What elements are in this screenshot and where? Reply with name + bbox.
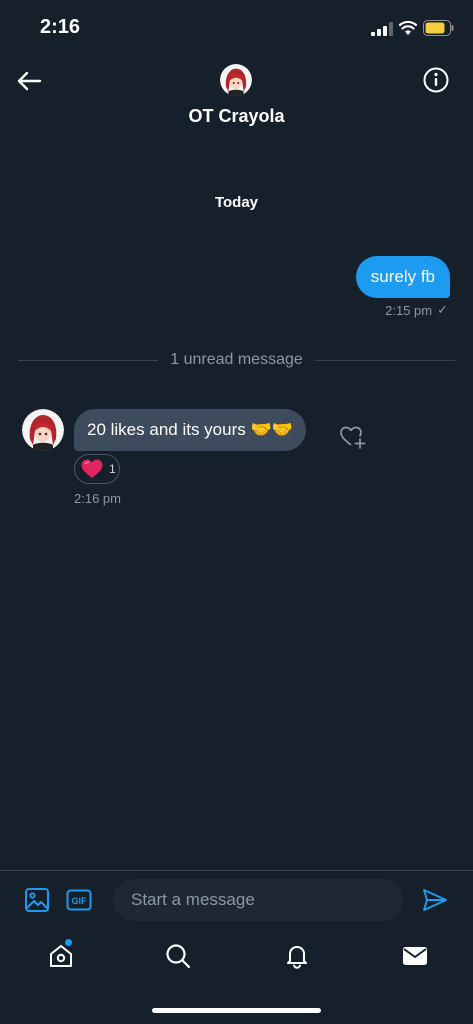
anime-avatar-image	[220, 64, 252, 96]
message-composer: GIF	[0, 870, 473, 929]
signal-icon	[371, 22, 393, 36]
divider-line	[314, 359, 455, 361]
status-bar: 2:16	[0, 0, 473, 56]
unread-label: 1 unread message	[170, 351, 303, 368]
search-icon[interactable]	[164, 942, 192, 970]
image-icon[interactable]	[24, 887, 50, 913]
sender-avatar[interactable]	[22, 409, 64, 451]
gif-icon[interactable]: GIF	[66, 889, 92, 911]
bell-icon[interactable]	[283, 942, 311, 970]
divider-line	[18, 359, 159, 361]
conversation-title[interactable]: OT Crayola	[0, 106, 473, 127]
home-indicator[interactable]	[152, 1008, 321, 1013]
dm-conversation-screen: 2:16 OT Crayola Today surely fb 2:15 pm …	[0, 0, 473, 1024]
wifi-icon	[399, 20, 417, 35]
header-avatar[interactable]	[220, 64, 252, 96]
home-icon[interactable]	[47, 942, 75, 970]
received-message-bubble[interactable]: 20 likes and its yours 🤝🤝	[74, 409, 306, 451]
heart-icon	[81, 459, 103, 478]
add-reaction-icon[interactable]	[339, 424, 367, 450]
send-icon[interactable]	[421, 886, 449, 914]
message-input[interactable]	[113, 879, 403, 921]
sent-message-meta: 2:15 pm ✓	[385, 302, 448, 318]
back-arrow-icon[interactable]	[14, 66, 44, 96]
status-time: 2:16	[40, 16, 81, 38]
check-icon: ✓	[437, 302, 448, 317]
home-notification-dot	[65, 939, 72, 946]
battery-icon	[423, 20, 454, 36]
reaction-chip[interactable]: 1	[74, 454, 120, 484]
anime-avatar-image	[22, 409, 64, 451]
svg-text:GIF: GIF	[72, 896, 88, 906]
unread-divider: 1 unread message	[18, 348, 455, 372]
info-icon[interactable]	[422, 66, 450, 94]
mail-icon[interactable]	[401, 942, 429, 970]
sent-message-time: 2:15 pm	[385, 302, 433, 318]
received-message-time: 2:16 pm	[74, 491, 121, 506]
date-separator: Today	[214, 194, 259, 211]
reaction-count: 1	[109, 462, 116, 476]
sent-message-bubble[interactable]: surely fb	[355, 256, 450, 298]
